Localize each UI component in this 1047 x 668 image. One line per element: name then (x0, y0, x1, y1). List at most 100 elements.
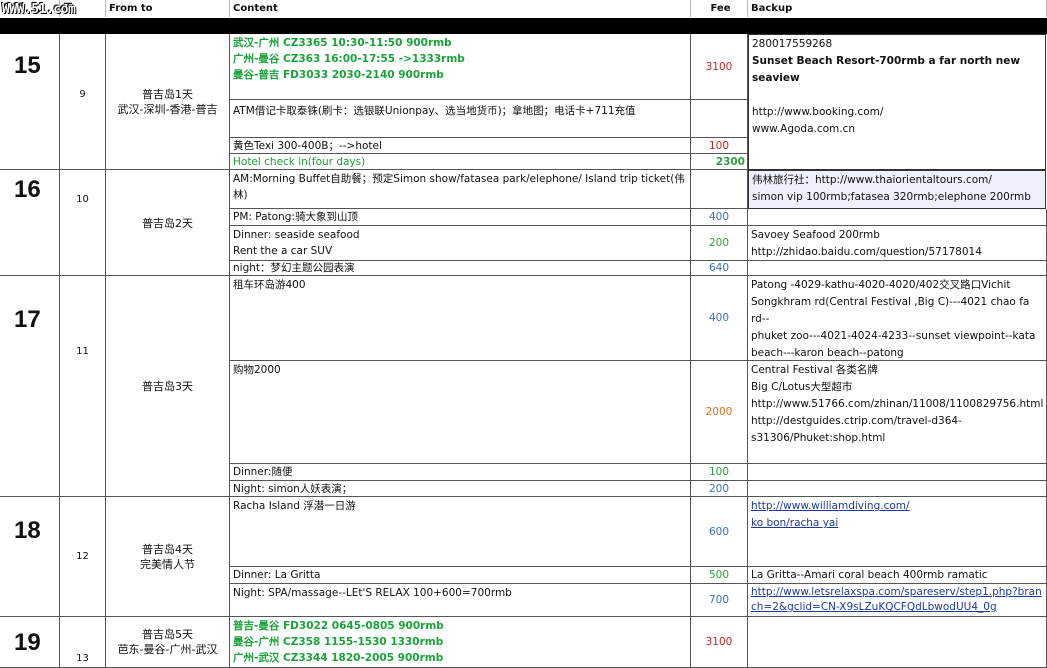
content-cell[interactable]: PM: Patong:骑大象到山顶 (230, 209, 691, 226)
day-number[interactable]: 16 (0, 170, 60, 276)
content-cell[interactable]: 租车环岛游400 (230, 276, 691, 361)
header-content[interactable]: Content (230, 0, 691, 17)
day-index-continuation[interactable] (60, 361, 106, 497)
plan-line: 芭东-曼谷-广州-武汉 (117, 643, 218, 656)
flight-line: 普吉-曼谷 FD3022 0645-0805 900rmb (233, 620, 444, 632)
fee-cell[interactable]: 2000 (691, 361, 748, 464)
day-number[interactable]: 15 (0, 34, 60, 170)
fee-cell[interactable]: 100 (691, 464, 748, 481)
backup-cell[interactable] (748, 209, 1047, 226)
backup-line: http://zhidao.baidu.com/question/5717801… (751, 246, 982, 258)
flight-line: 曼谷-普吉 FD3033 2030-2140 900rmb (233, 69, 444, 81)
plan-line: 普吉岛1天 (142, 87, 193, 101)
day-plan[interactable]: 普吉岛4天 完美情人节 (106, 497, 230, 617)
flight-line: 曼谷-广州 CZ358 1155-1530 1330rmb (233, 636, 444, 648)
fee-cell[interactable]: 3100 (691, 34, 748, 100)
backup-line: Patong -4029-kathu-4020-4020/402交叉路口Vich… (751, 279, 1030, 325)
backup-line: http://www.51766.com/zhinan/11008/110082… (751, 398, 1044, 410)
backup-cell[interactable]: Savoey Seafood 200rmb http://zhidao.baid… (748, 226, 1047, 261)
fee-cell[interactable]: 600 (691, 497, 748, 567)
plan-line: 完美情人节 (140, 557, 195, 571)
fee-cell[interactable]: 640 (691, 261, 748, 276)
content-cell[interactable]: Dinner: seaside seafood Rent the a car S… (230, 226, 691, 261)
backup-cell[interactable] (748, 617, 1047, 668)
plan-line: 普吉岛5天 (142, 628, 193, 641)
day-index[interactable]: 9 (60, 34, 106, 170)
content-cell[interactable]: Hotel check in(four days) (230, 154, 691, 170)
backup-cell[interactable]: 280017559268 Sunset Beach Resort-700rmb … (748, 34, 1046, 170)
fee-cell[interactable] (691, 100, 748, 138)
backup-line (752, 87, 1042, 104)
backup-cell[interactable]: http://www.letsrelaxspa.com/spareserv/st… (748, 584, 1047, 617)
content-cell[interactable]: 黄色Texi 300-400B；-->hotel (230, 138, 691, 154)
day-plan[interactable]: 普吉岛1天 武汉-深圳-香港-普吉 (106, 34, 230, 170)
backup-cell[interactable]: La Gritta--Amari coral beach 400rmb rama… (748, 567, 1047, 584)
fee-cell[interactable]: 200 (691, 481, 748, 497)
day-index[interactable]: 10 (60, 170, 106, 276)
backup-cell[interactable] (748, 261, 1047, 276)
content-cell[interactable]: Night: simon人妖表演； (230, 481, 691, 497)
day-number[interactable]: 19 (0, 617, 60, 668)
backup-cell[interactable]: Central Festival 各类名牌 Big C/Lotus大型超市 ht… (748, 361, 1047, 464)
backup-line: http://destguides.ctrip.com/travel-d364-… (751, 415, 962, 444)
content-cell[interactable]: 武汉-广州 CZ3365 10:30-11:50 900rmb 广州-曼谷 CZ… (230, 34, 691, 100)
content-cell[interactable]: Racha Island 浮潜一日游 (230, 497, 691, 567)
backup-link[interactable]: http://www.letsrelaxspa.com/spareserv/st… (751, 585, 1043, 615)
plan-line: 普吉岛2天 (142, 217, 193, 230)
day-number[interactable]: 18 (0, 497, 60, 617)
day-index[interactable]: 13 (60, 617, 106, 668)
backup-line: www.Agoda.com.cn (752, 123, 856, 135)
plan-line: 武汉-深圳-香港-普吉 (117, 102, 218, 116)
plan-line: 普吉岛4天 (142, 542, 193, 556)
day-number-continuation[interactable] (0, 361, 60, 497)
flight-line: 广州-曼谷 CZ363 16:00-17:55 ->1333rmb (233, 53, 465, 65)
backup-cell[interactable]: 伟林旅行社：http://www.thaiorientaltours.com/ … (748, 170, 1046, 209)
content-cell[interactable]: 普吉-曼谷 FD3022 0645-0805 900rmb 曼谷-广州 CZ35… (230, 617, 691, 668)
content-cell[interactable]: ATM借记卡取泰铢(刷卡：选银联Unionpay、选当地货币)；拿地图；电话卡+… (230, 100, 691, 138)
backup-link[interactable]: ko bon/racha yai (751, 515, 1043, 532)
spreadsheet: 日期 天 From to Content Fee Backup WWW.51.c… (0, 0, 1047, 668)
header-backup[interactable]: Backup (748, 0, 1047, 17)
flight-line: 广州-武汉 CZ3344 1820-2005 900rmb (233, 652, 444, 664)
day-plan[interactable]: 普吉岛3天 (106, 276, 230, 497)
flight-line: 武汉-广州 CZ3365 10:30-11:50 900rmb (233, 37, 452, 49)
backup-cell[interactable]: http://www.williamdiving.com/ ko bon/rac… (748, 497, 1047, 567)
day-plan[interactable]: 普吉岛5天 芭东-曼谷-广州-武汉 (106, 617, 230, 668)
fee-cell[interactable]: 100 (691, 138, 748, 154)
day-number[interactable]: 17 (0, 276, 60, 361)
plan-line: 普吉岛3天 (142, 379, 193, 393)
backup-line: http://www.booking.com/ (752, 106, 884, 118)
fee-cell[interactable]: 500 (691, 567, 748, 584)
content-line: Dinner: seaside seafood (233, 229, 360, 241)
header-fee[interactable]: Fee (691, 0, 748, 17)
backup-cell[interactable] (748, 464, 1047, 481)
content-cell[interactable]: night：梦幻主题公园表演 (230, 261, 691, 276)
fee-cell[interactable]: 700 (691, 584, 748, 617)
backup-line: simon vip 100rmb;fatasea 320rmb;elephone… (752, 191, 1031, 203)
content-cell[interactable]: AM:Morning Buffet自助餐；预定Simon show/fatase… (230, 170, 691, 209)
content-cell[interactable]: Night: SPA/massage--LEt'S RELAX 100+600=… (230, 584, 691, 617)
fee-cell[interactable]: 400 (691, 276, 748, 361)
backup-line: Central Festival 各类名牌 (751, 364, 878, 376)
backup-link[interactable]: http://www.williamdiving.com/ (751, 498, 1043, 515)
fee-cell[interactable]: 2300 (691, 154, 748, 170)
backup-line: phuket zoo---4021-4024-4233--sunset view… (751, 330, 1036, 359)
content-line: Rent the a car SUV (233, 245, 333, 257)
fee-cell[interactable]: 200 (691, 226, 748, 261)
watermark-logo: WWW.51.com (2, 2, 76, 17)
content-cell[interactable]: 购物2000 (230, 361, 691, 464)
backup-cell[interactable] (748, 481, 1047, 497)
fee-cell[interactable]: 400 (691, 209, 748, 226)
day-index[interactable]: 12 (60, 497, 106, 617)
content-cell[interactable]: Dinner: La Gritta (230, 567, 691, 584)
fee-cell[interactable]: 3100 (691, 617, 748, 668)
fee-cell[interactable] (691, 170, 748, 209)
backup-cell[interactable]: Patong -4029-kathu-4020-4020/402交叉路口Vich… (748, 276, 1047, 361)
header-separator-bar (0, 18, 1047, 34)
day-plan[interactable]: 普吉岛2天 (106, 170, 230, 276)
day-index[interactable]: 11 (60, 276, 106, 361)
backup-line: Big C/Lotus大型超市 (751, 381, 853, 393)
header-from-to[interactable]: From to (106, 0, 230, 17)
backup-line: 280017559268 (752, 38, 833, 50)
content-cell[interactable]: Dinner:随便 (230, 464, 691, 481)
